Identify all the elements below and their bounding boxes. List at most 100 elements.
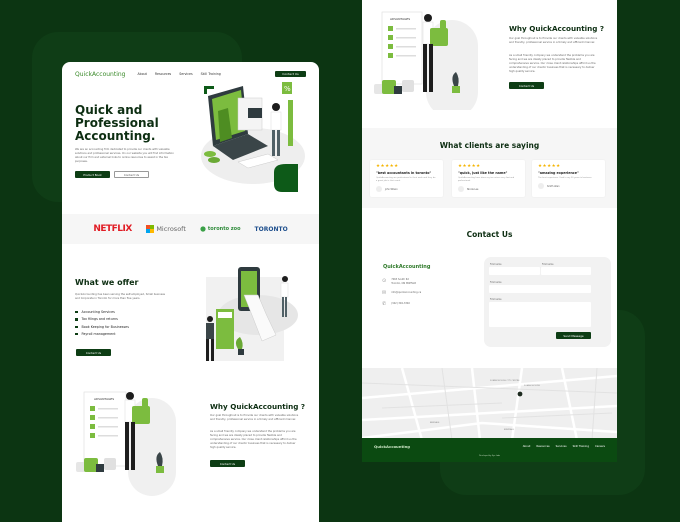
hero-contact-button[interactable]: Contact Us	[114, 171, 149, 178]
why-paragraph-2: As a small friendly company we understan…	[509, 54, 596, 73]
offer-paragraph: QuickAccounting has been serving the sel…	[75, 293, 166, 300]
review-author: John Wilson	[376, 186, 437, 192]
service-item: Accounting Services	[75, 310, 129, 314]
svg-text:%: %	[284, 85, 291, 93]
message-textarea[interactable]	[489, 302, 591, 327]
microsoft-logo: Microsoft	[145, 224, 186, 234]
contact-brand: QuickAccounting	[383, 264, 431, 270]
last-name-label: First name	[542, 263, 554, 266]
map-label: SCARBOROUGH	[524, 384, 540, 387]
netflix-logo: NETFLIX	[93, 224, 132, 234]
why-contact-button[interactable]: Contact Us	[509, 82, 544, 89]
contact-phone: ✆ (342) 394-3340	[382, 301, 410, 307]
footer-link-about[interactable]: About	[523, 445, 531, 448]
service-label: Payroll management	[81, 332, 116, 337]
map-label: BIRKDALE	[504, 428, 515, 431]
brand-logo[interactable]: QuickAccounting	[75, 71, 125, 78]
offer-contact-button[interactable]: Contact Us	[76, 349, 111, 356]
contact-title: Contact Us	[466, 230, 513, 239]
advantages-illustration: ADVANTAGES	[374, 11, 478, 110]
review-quote: "amazing experience"	[538, 171, 579, 175]
location-pin-icon: ⊙	[382, 278, 387, 284]
email-link[interactable]: info@quickaccounting.ca	[391, 291, 421, 295]
service-item: Payroll management	[75, 332, 129, 336]
accounting-illustration: %	[201, 82, 305, 192]
mail-icon: ✉	[382, 290, 387, 296]
toronto-zoo-logo: toronto zoo	[200, 226, 241, 232]
contact-form: First name First name First name First n…	[484, 257, 611, 347]
footer-link-resources[interactable]: Resources	[536, 445, 549, 448]
author-name: Nicole Lee	[467, 187, 479, 191]
phone-number[interactable]: (342) 394-3340	[391, 302, 410, 306]
rating-stars: ★★★★★	[538, 164, 561, 169]
review-card: ★★★★★ "best accountants in toronto" Quic…	[370, 160, 443, 197]
footer-link-careers[interactable]: Careers	[595, 445, 605, 448]
microsoft-label: Microsoft	[156, 225, 186, 233]
nav-link-services[interactable]: Services	[179, 72, 192, 76]
email-label: First name	[490, 281, 502, 284]
review-text: The best experience I had in my 20 years…	[538, 177, 593, 179]
advantages-illustration: ADVANTAGES	[76, 391, 176, 496]
service-item: Tax filings and returns	[75, 317, 129, 321]
zoo-label: toronto zoo	[207, 226, 241, 232]
service-item: Book Keeping for Businesses	[75, 325, 129, 329]
data-illustration	[206, 267, 298, 361]
bullet-icon	[75, 310, 78, 314]
address-line-2: Toronto, ON M4P5G8	[391, 282, 416, 285]
why-title: Why QuickAccounting ?	[509, 24, 605, 33]
location-map[interactable]: SCARBOROUGH CITY CENTRE SCARBOROUGH BEND…	[362, 368, 617, 440]
why-contact-button[interactable]: Contact Us	[210, 460, 245, 467]
offer-title: What we offer	[75, 278, 139, 287]
first-name-label: First name	[490, 263, 502, 266]
nav-link-resources[interactable]: Resources	[155, 72, 171, 76]
product-book-button[interactable]: Product Book	[75, 171, 110, 178]
city-of-toronto-logo: TORONTO	[254, 225, 288, 233]
author-name: John Wilson	[385, 187, 398, 191]
footer-brand[interactable]: QuickAccounting	[374, 444, 410, 449]
phone-icon: ✆	[382, 301, 387, 307]
advantages-label: ADVANTAGES	[390, 17, 410, 21]
email-input[interactable]	[489, 285, 591, 293]
footer-copyright: Developed by Syn Labs	[478, 455, 501, 457]
microsoft-icon	[145, 224, 155, 234]
zoo-leaf-icon	[200, 226, 206, 232]
avatar	[376, 186, 382, 192]
rating-stars: ★★★★★	[458, 164, 481, 169]
send-message-button[interactable]: Send Message	[556, 332, 591, 339]
rating-stars: ★★★★★	[376, 164, 399, 169]
service-label: Accounting Services	[81, 310, 115, 314]
why-title: Why QuickAccounting ?	[210, 402, 306, 411]
last-name-input[interactable]	[541, 267, 591, 275]
nav-link-about[interactable]: About	[137, 72, 146, 76]
review-text: QuickAccounting have done my tax return …	[458, 177, 515, 182]
review-card: ★★★★★ "amazing experience" The best expe…	[532, 160, 605, 197]
review-author: Nicole Lee	[458, 186, 519, 192]
review-card: ★★★★★ "quick, just like the name" QuickA…	[452, 160, 525, 197]
why-paragraph-1: Our goal throughout is to Provide our cl…	[210, 414, 299, 421]
hero-paragraph: We are an accounting firm dedicated to p…	[75, 148, 174, 163]
bullet-icon	[75, 325, 78, 329]
bullet-icon	[75, 332, 78, 336]
review-text: QuickAccounting are professional in thei…	[376, 177, 436, 182]
landing-page-top: QuickAccounting About Resources Services…	[62, 62, 319, 522]
testimonials-title: What clients are saying	[439, 141, 540, 150]
contact-address: ⊙ 7063 South Rd Toronto, ON M4P5G8	[382, 278, 416, 286]
message-label: First name	[490, 298, 502, 301]
review-quote: "quick, just like the name"	[458, 171, 508, 175]
avatar	[458, 186, 464, 192]
bullet-icon	[75, 318, 78, 321]
why-paragraph-1: Our goal throughout is to Provide our cl…	[509, 37, 598, 44]
map-label: SCARBOROUGH CITY CENTRE	[490, 379, 520, 382]
footer-links: About Resources Services Skill Training …	[523, 445, 605, 448]
review-author: Smith Allen	[538, 183, 599, 189]
hero-title: Quick and Professional Accounting.	[75, 103, 159, 143]
footer-link-services[interactable]: Services	[556, 445, 567, 448]
review-quote: "best accountants in toronto"	[376, 171, 432, 175]
map-streets: SCARBOROUGH CITY CENTRE SCARBOROUGH BEND…	[362, 368, 617, 440]
avatar	[538, 183, 544, 189]
first-name-input[interactable]	[489, 267, 540, 275]
client-logos-strip: NETFLIX Microsoft toronto zoo TORONTO	[62, 214, 319, 244]
footer-link-skill-training[interactable]: Skill Training	[573, 445, 589, 448]
footer: QuickAccounting About Resources Services…	[362, 438, 617, 462]
contact-email: ✉ info@quickaccounting.ca	[382, 290, 421, 296]
